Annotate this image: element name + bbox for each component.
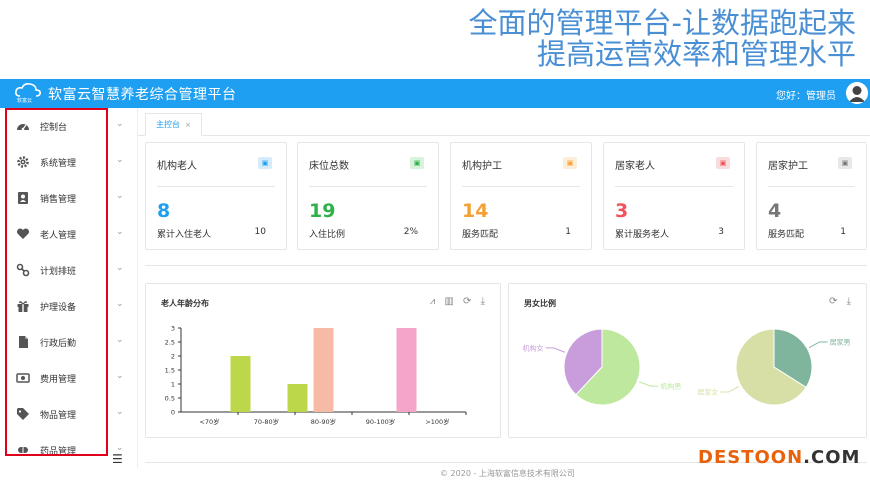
tab-dashboard[interactable]: 主控台 × bbox=[145, 113, 202, 136]
x-tick-label: 90-100岁 bbox=[366, 417, 396, 426]
y-tick-label: 2.5 bbox=[165, 339, 175, 347]
highlight-box bbox=[5, 108, 108, 456]
bar bbox=[396, 328, 417, 412]
home-person-icon: ▣ bbox=[716, 157, 730, 169]
chevron-down-icon[interactable]: ⌄ bbox=[116, 263, 124, 273]
chevron-down-icon[interactable]: ⌄ bbox=[116, 371, 124, 381]
card-sub-value: 1 bbox=[840, 227, 846, 237]
card-sub-value: 2% bbox=[403, 227, 418, 237]
y-tick-label: 1 bbox=[171, 381, 175, 389]
nurse-icon: ▣ bbox=[563, 157, 577, 169]
card-title: 居家护工 bbox=[768, 161, 808, 172]
card-sub-value: 1 bbox=[565, 227, 571, 237]
stat-card: 床位总数 ▣ 19 入住比例 2% bbox=[297, 142, 439, 250]
bar bbox=[287, 384, 308, 412]
age-bar-chart: 0 0.5 1 1.5 2 2.5 3 <70岁 70-80岁 80-90岁 90-100岁 >100… bbox=[165, 325, 467, 426]
cloud-logo-icon bbox=[15, 83, 41, 97]
age-distribution-panel: 老人年龄分布 ⩘ ▥ ⟳ ⤓ 0 0.5 1 1.5 2 2.5 3 <70岁 70-80岁 80… bbox=[145, 283, 501, 438]
pie-label: 机构男 bbox=[660, 382, 681, 391]
bed-icon: ▣ bbox=[410, 157, 424, 169]
chevron-down-icon[interactable]: ⌄ bbox=[116, 407, 124, 417]
tab-bar: 主控台 × bbox=[138, 108, 870, 136]
card-sub-label: 服务匹配 bbox=[768, 230, 805, 240]
person-badge-icon: ▣ bbox=[258, 157, 272, 169]
bar bbox=[230, 356, 251, 412]
chevron-down-icon[interactable]: ⌄ bbox=[116, 119, 124, 129]
card-title: 机构护工 bbox=[462, 161, 502, 172]
y-tick-label: 0.5 bbox=[165, 395, 175, 403]
user-icon bbox=[846, 82, 868, 104]
logo: 软富云 bbox=[14, 82, 44, 105]
card-title: 机构老人 bbox=[157, 161, 197, 172]
pie-label: 机构女 bbox=[523, 343, 544, 352]
pie-leader-line bbox=[639, 381, 659, 387]
tagline-line-1: 全面的管理平台-让数据跑起来 bbox=[468, 6, 856, 40]
card-sub-label: 服务匹配 bbox=[462, 230, 499, 240]
tagline-line-2: 提高运营效率和管理水平 bbox=[536, 37, 856, 71]
card-divider bbox=[157, 186, 275, 187]
card-divider bbox=[309, 186, 427, 187]
card-sub-label: 累计服务老人 bbox=[615, 230, 670, 240]
card-number: 19 bbox=[309, 200, 336, 222]
card-number: 3 bbox=[615, 200, 629, 222]
section-divider bbox=[145, 265, 867, 266]
y-tick-label: 2 bbox=[171, 353, 175, 361]
sidebar-toggle-icon[interactable]: ☰ bbox=[112, 452, 123, 466]
x-tick-label: 70-80岁 bbox=[254, 417, 279, 426]
tab-label: 主控台 bbox=[156, 120, 180, 129]
x-tick-label: 80-90岁 bbox=[311, 417, 336, 426]
footer: © 2020 - 上海软富信息技术有限公司 bbox=[440, 469, 575, 478]
stat-card: 机构老人 ▣ 8 累计入住老人 10 bbox=[145, 142, 287, 250]
x-tick-label: <70岁 bbox=[199, 417, 219, 426]
card-sub-value: 3 bbox=[718, 227, 724, 237]
x-tick-label: >100岁 bbox=[425, 417, 449, 426]
card-number: 8 bbox=[157, 200, 171, 222]
top-bar: 软富云 软富云智慧养老综合管理平台 您好：管理员 bbox=[0, 79, 870, 108]
stat-card: 机构护工 ▣ 14 服务匹配 1 bbox=[450, 142, 592, 250]
card-title: 床位总数 bbox=[309, 161, 349, 172]
pie-leader-line bbox=[808, 341, 828, 349]
chevron-down-icon[interactable]: ⌄ bbox=[116, 155, 124, 165]
card-divider bbox=[768, 186, 855, 187]
gender-pie-chart: 机构女机构男 居家男居家女 bbox=[523, 328, 851, 406]
card-sub-value: 10 bbox=[254, 227, 266, 237]
card-number: 4 bbox=[768, 200, 782, 222]
user-avatar[interactable] bbox=[846, 82, 868, 104]
card-sub-label: 累计入住老人 bbox=[157, 230, 212, 240]
watermark: DESTOON.COM bbox=[698, 447, 860, 468]
y-tick-label: 3 bbox=[171, 325, 175, 333]
tagline: 全面的管理平台-让数据跑起来 提高运营效率和管理水平 bbox=[469, 6, 856, 74]
stat-card: 居家老人 ▣ 3 累计服务老人 3 bbox=[603, 142, 745, 250]
app-title: 软富云智慧养老综合管理平台 bbox=[48, 87, 237, 103]
user-greeting[interactable]: 您好：管理员 bbox=[776, 87, 836, 102]
card-number: 14 bbox=[462, 200, 489, 222]
watermark-part-1: DESTOON bbox=[698, 447, 804, 468]
chevron-down-icon[interactable]: ⌄ bbox=[116, 191, 124, 201]
bar bbox=[313, 328, 334, 412]
pie-label: 居家男 bbox=[830, 337, 851, 346]
home-worker-icon: ▣ bbox=[838, 157, 852, 169]
gender-ratio-panel: 男女比例 ⟳ ⤓ 机构女 机构男 居家男 居家女 bbox=[508, 283, 867, 438]
y-tick-label: 1.5 bbox=[165, 367, 175, 375]
chevron-down-icon[interactable]: ⌄ bbox=[116, 335, 124, 345]
chevron-down-icon[interactable]: ⌄ bbox=[116, 299, 124, 309]
close-icon[interactable]: × bbox=[185, 121, 191, 129]
y-tick-label: 0 bbox=[171, 409, 175, 417]
card-title: 居家老人 bbox=[615, 161, 655, 172]
card-divider bbox=[462, 186, 580, 187]
pie-leader-line bbox=[545, 347, 565, 353]
pie-label: 居家女 bbox=[697, 388, 718, 397]
pie-leader-line bbox=[720, 385, 740, 393]
chevron-down-icon[interactable]: ⌄ bbox=[116, 227, 124, 237]
watermark-part-2: .COM bbox=[803, 447, 861, 468]
logo-text: 软富云 bbox=[17, 98, 33, 104]
card-divider bbox=[615, 186, 733, 187]
card-sub-label: 入住比例 bbox=[309, 230, 346, 240]
stat-card: 居家护工 ▣ 4 服务匹配 1 bbox=[756, 142, 867, 250]
